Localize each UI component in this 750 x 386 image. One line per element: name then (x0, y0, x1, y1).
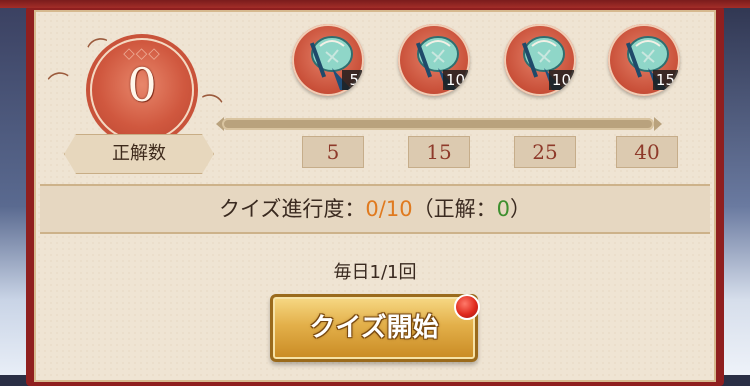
start-quiz-button[interactable]: クイズ開始 (270, 294, 478, 362)
quiz-correct-value: 0 (496, 197, 510, 221)
reward-icon-circle: 5 (292, 24, 364, 96)
top-beam (0, 0, 750, 8)
reward-icon-circle: 10 (398, 24, 470, 96)
quiz-progress-label: クイズ進行度： (219, 197, 366, 221)
reward-count: 15 (652, 70, 678, 90)
reward-threshold: 15 (408, 136, 470, 168)
swallow-icon: ⌒ (46, 70, 73, 99)
quiz-progress-bar: クイズ進行度：0/10（正解：0） (40, 184, 710, 234)
reward-item[interactable]: 10 (394, 24, 474, 100)
daily-attempts-label: 毎日1/1回 (333, 262, 417, 283)
notification-dot (454, 294, 480, 320)
reward-threshold: 5 (302, 136, 364, 168)
correct-count-label: 正解数 (112, 143, 166, 164)
reward-icon-circle: 10 (504, 24, 576, 96)
reward-item[interactable]: 5 (288, 24, 368, 100)
reward-count: 10 (548, 70, 574, 90)
progress-track (222, 118, 654, 130)
quiz-progress-value: 0/10 (365, 197, 413, 221)
quiz-correct-close: ） (509, 197, 531, 221)
reward-item[interactable]: 10 (500, 24, 580, 100)
quiz-progress-text: クイズ進行度：0/10（正解：0） (40, 186, 710, 232)
reward-track: 5 10 10 15 5 15 25 40 (216, 24, 690, 174)
quiz-correct-open: （正解： (412, 197, 497, 221)
reward-count: 10 (442, 70, 468, 90)
reward-count: 5 (342, 70, 362, 90)
reward-item[interactable]: 15 (604, 24, 684, 100)
correct-count-badge: ⌒ ⌒ ⌒ ◇◇◇ 0 正解数 (46, 22, 228, 174)
start-quiz-button-label: クイズ開始 (309, 313, 439, 343)
reward-threshold: 25 (514, 136, 576, 168)
reward-icon-circle: 15 (608, 24, 680, 96)
track-end-right (654, 117, 662, 131)
reward-threshold: 40 (616, 136, 678, 168)
badge-circle: ◇◇◇ 0 (90, 38, 194, 142)
correct-count-value: 0 (127, 58, 157, 112)
